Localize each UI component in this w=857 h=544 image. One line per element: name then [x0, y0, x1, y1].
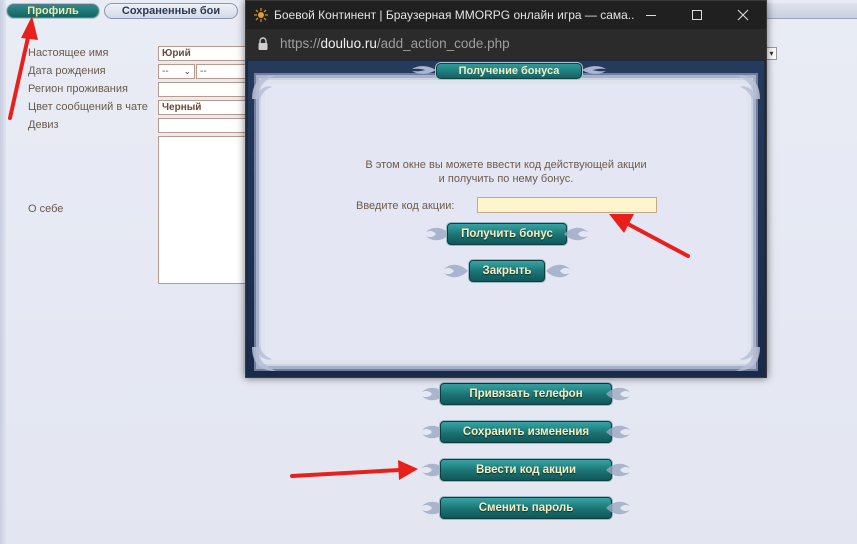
ornament-right-icon — [564, 227, 588, 241]
region-label: Регион проживания — [28, 83, 128, 95]
favicon-icon — [254, 8, 268, 22]
ornament-right-icon — [606, 425, 630, 439]
lock-icon — [258, 37, 268, 50]
close-popup-button[interactable]: Закрыть — [442, 257, 572, 285]
maximize-icon — [692, 10, 702, 20]
tab-saved-battles[interactable]: Сохраненные бои — [104, 3, 238, 19]
corner-ornament-icon — [736, 75, 760, 99]
birth-month-select[interactable]: -- — [196, 64, 248, 79]
close-window-button[interactable] — [720, 1, 766, 29]
corner-ornament-icon — [252, 347, 276, 371]
region-field[interactable] — [158, 82, 248, 97]
ornament-right-icon — [546, 264, 570, 278]
real-name-label: Настоящее имя — [28, 47, 109, 59]
corner-ornament-icon — [252, 75, 276, 99]
corner-ornament-icon — [736, 347, 760, 371]
close-popup-label: Закрыть — [469, 260, 545, 282]
enter-promo-code-label: Ввести код акции — [440, 459, 612, 481]
page-left-border — [0, 0, 6, 544]
url-host: douluo.ru — [320, 36, 377, 51]
change-password-label: Сменить пароль — [440, 497, 612, 519]
bonus-popup-window: Боевой Континент | Браузерная MMORPG онл… — [245, 0, 767, 378]
popup-content: Получение бонуса В этом окне вы можете в… — [246, 59, 766, 377]
right-select-chevron[interactable]: ▾ — [766, 47, 777, 60]
window-titlebar[interactable]: Боевой Континент | Браузерная MMORPG онл… — [246, 1, 766, 29]
about-label: О себе — [28, 203, 64, 215]
save-changes-label: Сохранить изменения — [440, 421, 612, 443]
bind-phone-button[interactable]: Привязать телефон — [420, 380, 632, 408]
enter-promo-code-button[interactable]: Ввести код акции — [420, 456, 632, 484]
birth-day-value: -- — [162, 66, 169, 77]
birth-month-value: -- — [200, 66, 207, 77]
popup-message-line1: В этом окне вы можете ввести код действу… — [365, 159, 647, 171]
tab-strip-filler — [760, 3, 857, 19]
title-ornament-right-icon — [582, 66, 606, 74]
about-textarea[interactable] — [158, 136, 248, 284]
ornate-frame: Получение бонуса — [248, 61, 764, 375]
promo-code-input[interactable] — [477, 197, 657, 213]
promo-code-label: Введите код акции: — [356, 200, 455, 212]
ornament-right-icon — [606, 463, 630, 477]
url-path: /add_action_code.php — [376, 36, 510, 51]
tab-profile[interactable]: Профиль — [6, 3, 100, 19]
address-bar[interactable]: https://douluo.ru/add_action_code.php — [246, 29, 766, 59]
motto-label: Девиз — [28, 119, 59, 131]
ornament-right-icon — [606, 501, 630, 515]
get-bonus-button[interactable]: Получить бонус — [424, 220, 590, 248]
birth-date-label: Дата рождения — [28, 65, 106, 77]
profile-tabs: Профиль Сохраненные бои — [6, 3, 238, 19]
motto-field[interactable] — [158, 118, 248, 133]
minimize-icon — [646, 15, 656, 16]
url-scheme: https:// — [280, 36, 321, 51]
url-text: https://douluo.ru/add_action_code.php — [280, 36, 510, 51]
save-changes-button[interactable]: Сохранить изменения — [420, 418, 632, 446]
popup-message-line2: и получить по нему бонус. — [438, 173, 574, 185]
real-name-field[interactable]: Юрий — [158, 46, 248, 61]
popup-message: В этом окне вы можете ввести код действу… — [246, 158, 766, 186]
maximize-button[interactable] — [674, 1, 720, 29]
minimize-button[interactable] — [628, 1, 674, 29]
ornament-left-icon — [444, 264, 468, 278]
window-title: Боевой Континент | Браузерная MMORPG онл… — [274, 8, 634, 22]
chat-color-select[interactable]: Черный — [158, 100, 248, 115]
close-icon — [737, 9, 749, 21]
chat-color-label: Цвет сообщений в чате — [28, 101, 148, 113]
get-bonus-label: Получить бонус — [447, 223, 567, 245]
chevron-down-icon: ⌄ — [183, 66, 191, 76]
change-password-button[interactable]: Сменить пароль — [420, 494, 632, 522]
birth-day-select[interactable]: -- ⌄ — [158, 64, 195, 79]
chevron-down-icon: ▾ — [769, 49, 774, 58]
bind-phone-label: Привязать телефон — [440, 383, 612, 405]
ornament-right-icon — [606, 387, 630, 401]
popup-title: Получение бонуса — [436, 63, 582, 79]
title-ornament-left-icon — [412, 66, 436, 74]
